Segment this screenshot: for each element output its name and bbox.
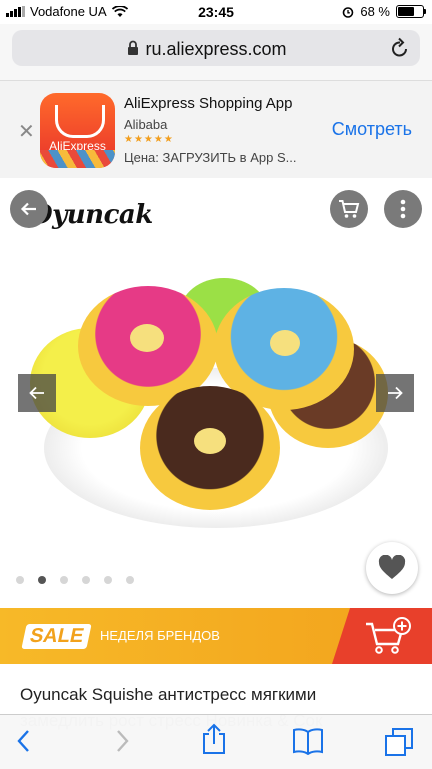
- browser-address-bar: ru.aliexpress.com: [0, 24, 432, 80]
- view-app-button[interactable]: Смотреть: [332, 119, 412, 140]
- browser-toolbar: [0, 714, 432, 769]
- arrow-right-icon: [388, 386, 403, 400]
- share-icon[interactable]: [200, 723, 228, 755]
- gallery-dot[interactable]: [60, 576, 68, 584]
- app-price: Цена: ЗАГРУЗИТЬ в App S...: [124, 150, 297, 165]
- url-text: ru.aliexpress.com: [145, 39, 287, 59]
- arrow-left-icon: [29, 386, 44, 400]
- battery-percent: 68 %: [360, 4, 390, 19]
- reload-icon[interactable]: [390, 37, 410, 59]
- product-image: [140, 386, 280, 510]
- product-gallery[interactable]: Oyuncak: [0, 178, 432, 608]
- rating-stars: ★★★★★: [124, 134, 174, 145]
- gallery-next-button[interactable]: [376, 374, 414, 412]
- sale-banner[interactable]: SALE НЕДЕЛЯ БРЕНДОВ: [0, 608, 432, 664]
- wishlist-button[interactable]: [366, 542, 418, 594]
- back-arrow-icon[interactable]: [14, 727, 34, 755]
- forward-arrow-icon[interactable]: [112, 727, 132, 755]
- close-icon[interactable]: ✕: [18, 119, 35, 144]
- app-icon: AliExpress: [40, 93, 115, 168]
- gallery-dot[interactable]: [104, 576, 112, 584]
- gallery-dot[interactable]: [38, 576, 46, 584]
- bookmarks-icon[interactable]: [292, 727, 324, 755]
- smart-app-banner: ✕ AliExpress AliExpress Shopping App Ali…: [0, 80, 432, 180]
- arrow-left-icon: [20, 202, 36, 216]
- cart-icon: [339, 200, 360, 218]
- app-publisher: Alibaba: [124, 117, 168, 132]
- gallery-dot[interactable]: [16, 576, 24, 584]
- battery-icon: [396, 5, 426, 18]
- more-options-button[interactable]: [384, 190, 422, 228]
- add-to-cart-zone[interactable]: [332, 608, 432, 664]
- gallery-pagination[interactable]: [16, 576, 134, 584]
- tabs-icon[interactable]: [384, 727, 414, 757]
- url-field[interactable]: ru.aliexpress.com: [12, 30, 420, 66]
- back-button[interactable]: [10, 190, 48, 228]
- brand-logo: Oyuncak: [30, 200, 153, 230]
- gallery-dot[interactable]: [126, 576, 134, 584]
- more-vertical-icon: [400, 199, 406, 219]
- product-title: Oyuncak Squishe антистресс мягкими: [20, 685, 317, 704]
- gallery-dot[interactable]: [82, 576, 90, 584]
- gallery-prev-button[interactable]: [18, 374, 56, 412]
- sale-banner-text: НЕДЕЛЯ БРЕНДОВ: [100, 628, 220, 643]
- sale-badge: SALE: [21, 624, 93, 649]
- status-bar: Vodafone UA 23:45 68 %: [0, 0, 432, 24]
- heart-icon: [378, 555, 406, 579]
- app-name: AliExpress Shopping App: [124, 95, 293, 112]
- alarm-icon: [343, 6, 354, 18]
- cart-button[interactable]: [330, 190, 368, 228]
- cart-add-icon: [366, 617, 411, 654]
